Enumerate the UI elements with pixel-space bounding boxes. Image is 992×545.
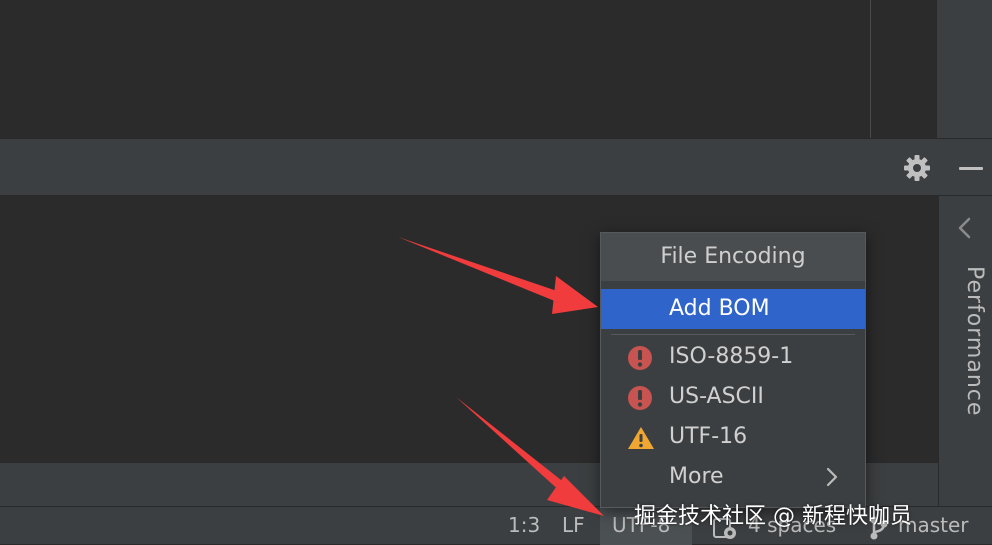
chevron-right-icon xyxy=(825,467,839,487)
chevron-left-icon[interactable] xyxy=(955,216,975,240)
menu-item-label: ISO-8859-1 xyxy=(669,344,794,369)
menu-item-label: Add BOM xyxy=(669,296,770,321)
minimize-icon[interactable] xyxy=(956,153,986,183)
menu-item-label: More xyxy=(669,464,724,489)
right-margin-guide xyxy=(870,0,871,138)
menu-item-utf-16[interactable]: UTF-16 xyxy=(601,417,865,457)
performance-tab-label[interactable]: Performance xyxy=(943,266,987,426)
performance-tool-tab[interactable]: Performance xyxy=(938,196,992,462)
watermark-text: 掘金技术社区 @ 新程快咖员 xyxy=(634,504,912,529)
error-icon xyxy=(627,345,653,371)
editor-area[interactable] xyxy=(0,0,936,138)
menu-item-add-bom[interactable]: Add BOM xyxy=(601,289,865,329)
file-encoding-popup: File Encoding Add BOM ISO-8859-1 US-ASCI… xyxy=(600,232,866,508)
side-strip-lower xyxy=(938,462,992,506)
menu-item-label: UTF-16 xyxy=(669,424,748,449)
menu-item-more[interactable]: More xyxy=(601,457,865,497)
popup-title: File Encoding xyxy=(601,233,865,281)
caret-position[interactable]: 1:3 xyxy=(508,513,540,537)
menu-separator xyxy=(611,334,855,335)
menu-item-label: US-ASCII xyxy=(669,384,764,409)
warning-icon xyxy=(627,425,654,451)
tool-window-header xyxy=(0,138,992,196)
gear-icon[interactable] xyxy=(902,153,932,183)
line-separator[interactable]: LF xyxy=(562,513,585,537)
right-tool-strip xyxy=(936,0,992,138)
menu-item-us-ascii[interactable]: US-ASCII xyxy=(601,377,865,417)
menu-item-iso-8859-1[interactable]: ISO-8859-1 xyxy=(601,337,865,377)
error-icon xyxy=(627,385,653,411)
